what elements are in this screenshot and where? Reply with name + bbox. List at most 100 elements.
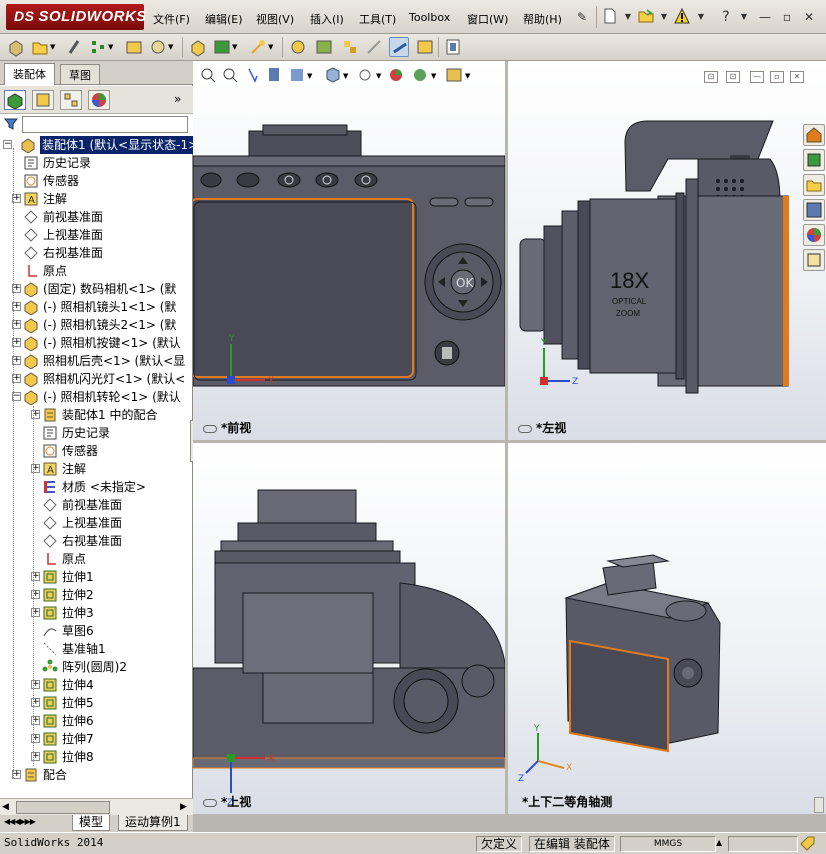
tree-item[interactable]: + 照相机后壳<1> (默认<显	[0, 352, 193, 370]
tree-item[interactable]: 原点	[0, 550, 193, 568]
tree-item[interactable]: + 拉伸8	[0, 748, 193, 766]
custom-properties-icon[interactable]	[803, 249, 825, 271]
mate-icon[interactable]	[64, 37, 84, 57]
appearances-icon[interactable]	[803, 224, 825, 246]
menu-file[interactable]: 文件(F)	[153, 11, 190, 27]
show-hidden-components-icon[interactable]	[188, 37, 208, 57]
assembly-3d-icon[interactable]	[6, 37, 26, 57]
tree-item[interactable]: + 拉伸2	[0, 586, 193, 604]
interference-detection-icon[interactable]	[389, 37, 409, 57]
tab-motion-study[interactable]: 运动算例1	[118, 815, 188, 831]
tree-item[interactable]: − (-) 照相机转轮<1> (默认	[0, 388, 193, 406]
tree-item[interactable]: + 拉伸1	[0, 568, 193, 586]
clearance-verification-icon[interactable]	[415, 37, 435, 57]
tree-item[interactable]: + 拉伸5	[0, 694, 193, 712]
solidworks-resources-icon[interactable]	[803, 124, 825, 146]
tree-item[interactable]: + 拉伸6	[0, 712, 193, 730]
tree-item[interactable]: 历史记录	[0, 424, 193, 442]
menu-help[interactable]: 帮助(H)	[523, 11, 562, 27]
bill-of-materials-icon[interactable]	[314, 37, 334, 57]
tab-model[interactable]: 模型	[72, 815, 111, 831]
tree-item[interactable]: 上视基准面	[0, 514, 193, 532]
viewport-left[interactable]: ⊡ ⊡ — ▫ ✕ 18X OPTICAL ZOOM Y Z *左视	[508, 61, 826, 440]
menu-edit[interactable]: 编辑(E)	[205, 11, 243, 27]
collapse-icon[interactable]: −	[3, 140, 12, 149]
linear-pattern-icon[interactable]	[88, 37, 108, 57]
design-library-icon[interactable]	[803, 149, 825, 171]
warning-dropdown-chevron-icon[interactable]: ▼	[692, 8, 710, 26]
tag-icon[interactable]	[800, 836, 816, 854]
tree-item[interactable]: + (-) 照相机镜头2<1> (默	[0, 316, 193, 334]
tree-item[interactable]: − 装配体1 (默认<显示状态-1>)	[0, 136, 193, 154]
help-dropdown-chevron-icon[interactable]: ▼	[735, 8, 753, 26]
tree-item[interactable]: + (固定) 数码相机<1> (默	[0, 280, 193, 298]
menu-window[interactable]: 窗口(W)	[467, 11, 508, 27]
units-selector[interactable]: MMGS	[620, 836, 716, 852]
property-manager-icon[interactable]	[32, 90, 54, 110]
tab-nav-arrows-icon[interactable]: ◀◀◀▶▶▶	[4, 817, 36, 826]
help-icon[interactable]: ?	[717, 8, 735, 26]
move-component-icon[interactable]	[148, 37, 168, 57]
explode-line-sketch-icon[interactable]	[364, 37, 384, 57]
smart-fasteners-icon[interactable]	[124, 37, 144, 57]
exploded-view-icon[interactable]	[340, 37, 360, 57]
tree-item[interactable]: 传感器	[0, 442, 193, 460]
viewport-isometric[interactable]: Y X Z *上下二等角轴测	[508, 443, 826, 814]
tree-item[interactable]: + A 注解	[0, 460, 193, 478]
warning-icon[interactable]	[673, 7, 691, 26]
insert-component-icon[interactable]	[30, 37, 50, 57]
instant3d-icon[interactable]	[443, 37, 463, 57]
filter-input[interactable]	[22, 116, 188, 133]
tree-item[interactable]: 历史记录	[0, 154, 193, 172]
viewport-top[interactable]: Z X *上视	[193, 443, 505, 814]
scroll-thumb[interactable]	[16, 801, 110, 814]
tree-item[interactable]: + 拉伸3	[0, 604, 193, 622]
filter-icon[interactable]	[3, 117, 19, 134]
menu-tools[interactable]: 工具(T)	[359, 11, 396, 27]
tab-assembly[interactable]: 装配体	[4, 63, 55, 85]
tree-item[interactable]: + (-) 照相机按键<1> (默认	[0, 334, 193, 352]
tree-item[interactable]: + 拉伸4	[0, 676, 193, 694]
viewport-front[interactable]: ▼ ▼ ▼ ▼ ▼ OK Y X *前视	[193, 61, 505, 440]
tree-item[interactable]: 原点	[0, 262, 193, 280]
feature-manager-icon[interactable]	[4, 90, 26, 110]
tree-item[interactable]: 基准轴1	[0, 640, 193, 658]
tree-item[interactable]: 右视基准面	[0, 244, 193, 262]
component-dropdown-chevron-icon[interactable]: ▼	[50, 37, 60, 57]
tree-item[interactable]: + 装配体1 中的配合	[0, 406, 193, 424]
tree-item[interactable]: 前视基准面	[0, 496, 193, 514]
open-folder-icon[interactable]	[637, 8, 655, 26]
scroll-left-arrow-icon[interactable]: ◀	[2, 802, 9, 812]
file-explorer-icon[interactable]	[803, 174, 825, 196]
move-dropdown-chevron-icon[interactable]: ▼	[168, 37, 178, 57]
pin-icon[interactable]: ✎	[573, 8, 591, 26]
tree-item[interactable]: 上视基准面	[0, 226, 193, 244]
display-manager-icon[interactable]	[88, 90, 110, 110]
new-motion-study-icon[interactable]	[288, 37, 308, 57]
tree-item[interactable]: 传感器	[0, 172, 193, 190]
tree-item[interactable]: + 照相机闪光灯<1> (默认<	[0, 370, 193, 388]
tree-item[interactable]: 草图6	[0, 622, 193, 640]
menu-view[interactable]: 视图(V)	[256, 11, 294, 27]
new-dropdown-chevron-icon[interactable]: ▼	[619, 8, 637, 26]
solidworks-logo[interactable]: DS SOLIDWORKS	[6, 4, 146, 30]
scroll-right-arrow-icon[interactable]: ▶	[180, 802, 187, 812]
assembly-features-icon[interactable]	[212, 37, 232, 57]
tree-item[interactable]: 右视基准面	[0, 532, 193, 550]
expand-chevron-icon[interactable]: »	[174, 92, 181, 106]
tree-item[interactable]: 材质 <未指定>	[0, 478, 193, 496]
view-palette-icon[interactable]	[803, 199, 825, 221]
new-document-icon[interactable]	[601, 8, 619, 26]
minimize-window-icon[interactable]: —	[756, 8, 774, 26]
tree-item[interactable]: + A 注解	[0, 190, 193, 208]
tree-item[interactable]: + 拉伸7	[0, 730, 193, 748]
restore-window-icon[interactable]: ▫	[778, 8, 796, 26]
units-dropdown-chevron-icon[interactable]: ▲	[716, 838, 722, 847]
tree-item[interactable]: 前视基准面	[0, 208, 193, 226]
open-dropdown-chevron-icon[interactable]: ▼	[655, 8, 673, 26]
tree-item[interactable]: + (-) 照相机镜头1<1> (默	[0, 298, 193, 316]
menu-insert[interactable]: 插入(I)	[310, 11, 344, 27]
features-dropdown-chevron-icon[interactable]: ▼	[232, 37, 242, 57]
close-window-icon[interactable]: ✕	[800, 8, 818, 26]
tree-item[interactable]: + 配合	[0, 766, 193, 784]
